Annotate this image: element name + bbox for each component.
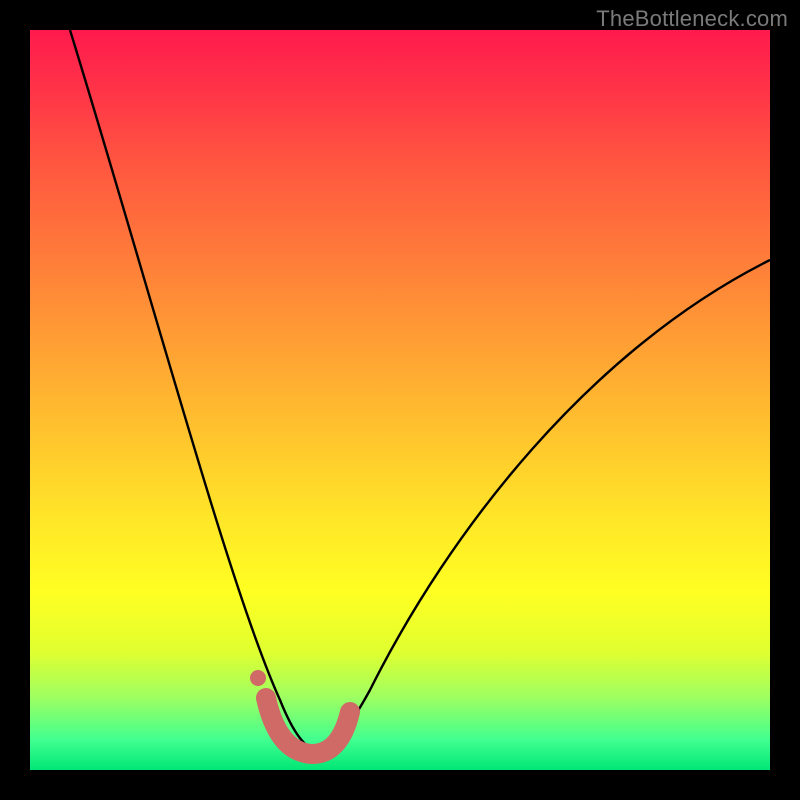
curve-svg <box>30 30 770 770</box>
watermark-text: TheBottleneck.com <box>596 6 788 32</box>
plot-area <box>30 30 770 770</box>
chart-frame: TheBottleneck.com <box>0 0 800 800</box>
highlight-u <box>266 698 350 754</box>
highlight-dot <box>250 670 266 686</box>
bottleneck-curve-path <box>70 30 770 750</box>
